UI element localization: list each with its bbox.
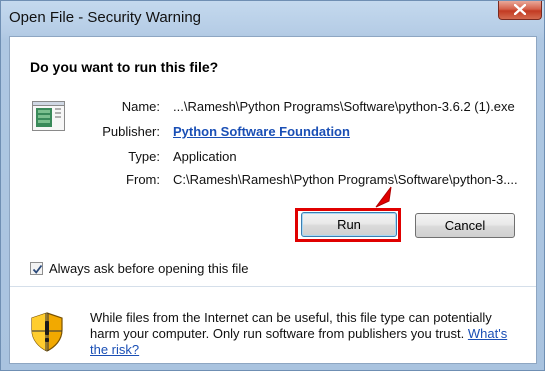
from-label: From:: [126, 172, 160, 187]
dialog-window: Open File - Security Warning Do you want…: [0, 0, 545, 371]
red-pointer-arrow: [375, 186, 392, 208]
type-label: Type:: [128, 149, 160, 164]
warning-text: While files from the Internet can be use…: [90, 310, 492, 341]
publisher-label: Publisher:: [102, 124, 160, 139]
cancel-button[interactable]: Cancel: [415, 213, 515, 238]
name-label: Name:: [121, 99, 160, 114]
close-icon: [514, 4, 526, 15]
publisher-link[interactable]: Python Software Foundation: [173, 124, 350, 139]
dialog-heading: Do you want to run this file?: [30, 59, 219, 75]
always-ask-label[interactable]: Always ask before opening this file: [49, 261, 248, 276]
from-value: C:\Ramesh\Ramesh\Python Programs\Softwar…: [173, 172, 518, 187]
run-button[interactable]: Run: [301, 212, 397, 237]
name-value: ...\Ramesh\Python Programs\Software\pyth…: [173, 99, 515, 114]
close-button[interactable]: [498, 1, 542, 20]
publisher-value-wrap: Python Software Foundation: [173, 124, 350, 139]
warning-message: While files from the Internet can be use…: [90, 310, 520, 358]
always-ask-checkbox[interactable]: [30, 262, 43, 275]
security-shield-icon: [31, 312, 63, 352]
type-value: Application: [173, 149, 237, 164]
warning-section: While files from the Internet can be use…: [10, 287, 536, 363]
title-bar[interactable]: Open File - Security Warning: [1, 1, 545, 35]
window-title: Open File - Security Warning: [9, 9, 202, 26]
checkmark-icon: [32, 264, 43, 274]
dialog-body: Do you want to run this file? Name: ...\…: [9, 36, 537, 364]
